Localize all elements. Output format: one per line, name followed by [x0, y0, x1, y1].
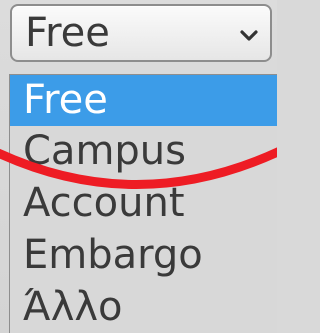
option-label: Free: [23, 77, 108, 123]
select-current-value: Free: [25, 10, 110, 56]
option-embargo[interactable]: Embargo: [10, 230, 277, 281]
select-dropdown-list: Free Campus Account Embargo Άλλο: [9, 74, 277, 333]
option-free[interactable]: Free: [10, 75, 277, 126]
option-label: Embargo: [23, 232, 203, 278]
option-account[interactable]: Account: [10, 178, 277, 229]
option-label: Account: [23, 180, 185, 226]
option-other[interactable]: Άλλο: [10, 282, 277, 333]
chevron-down-icon: [240, 30, 258, 41]
option-label: Campus: [23, 128, 186, 174]
screen: Free Free Campus Account Embargo Άλλο: [0, 0, 277, 333]
option-label: Άλλο: [23, 284, 123, 330]
access-type-select[interactable]: Free: [10, 4, 272, 62]
option-campus[interactable]: Campus: [10, 126, 277, 177]
